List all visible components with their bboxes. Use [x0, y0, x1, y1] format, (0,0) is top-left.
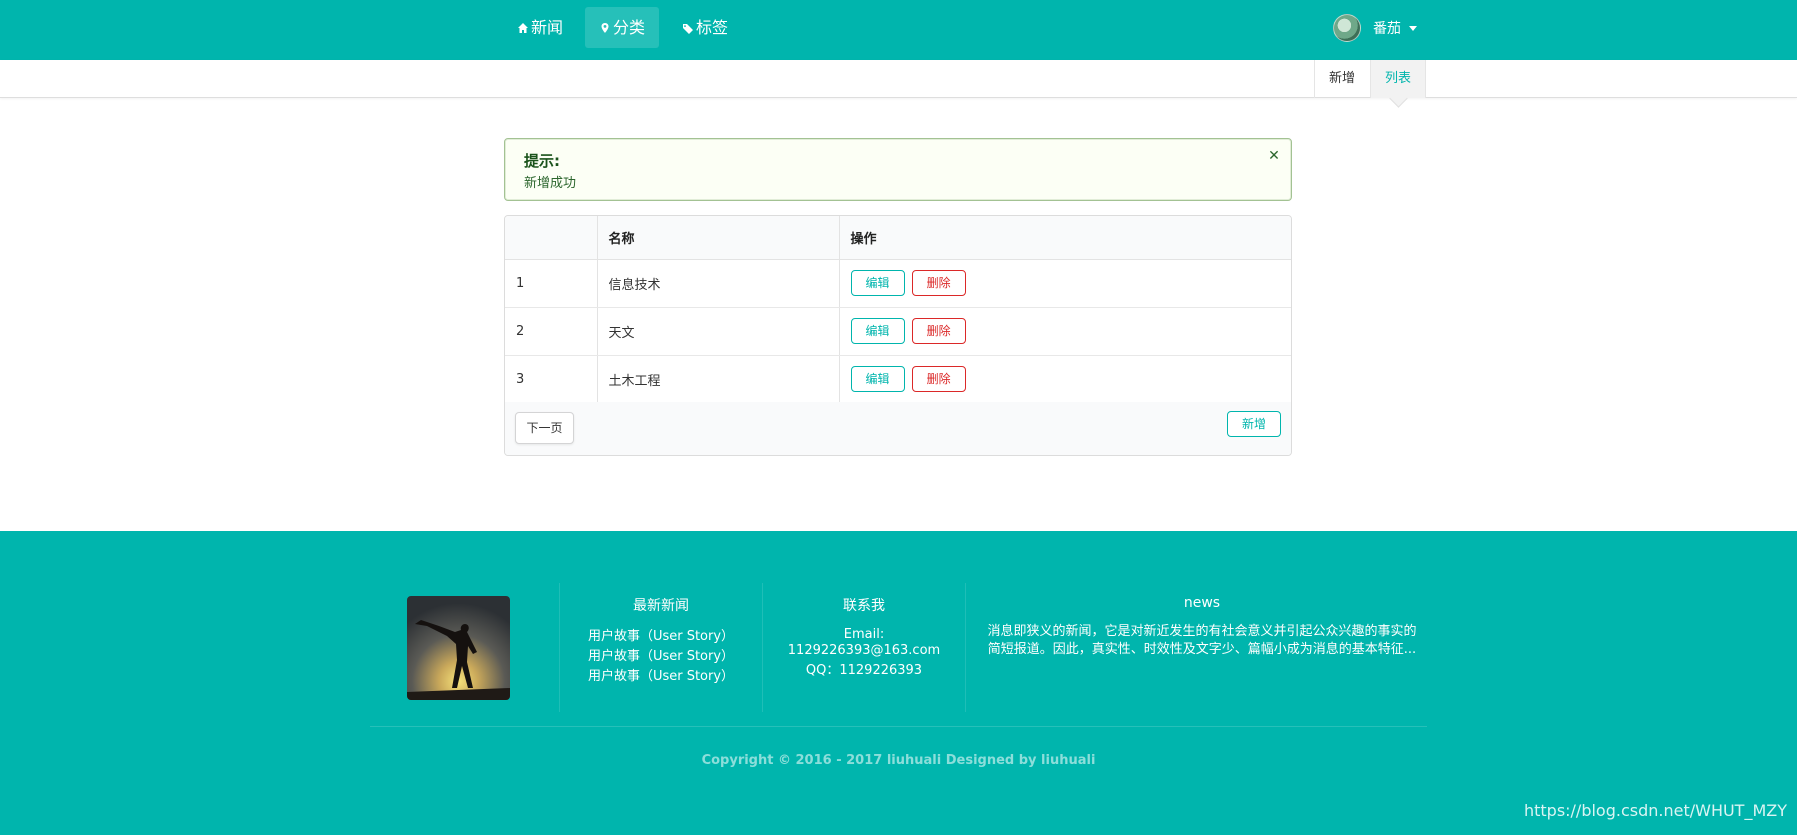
tags-icon: [683, 23, 693, 34]
news-link[interactable]: 用户故事（User Story）: [560, 667, 762, 687]
row-actions: 编辑 删除: [838, 355, 1291, 404]
latest-news-section: 最新新闻 用户故事（User Story） 用户故事（User Story） 用…: [560, 595, 762, 687]
table-header-row: 名称 操作: [505, 216, 1291, 260]
news-text: 消息即狭义的新闻，它是对新近发生的有社会意义并引起公众兴趣的事实的简短报道。因此…: [987, 624, 1417, 657]
table-header-actions: 操作: [838, 216, 1291, 260]
nav-item-tags-label: 标签: [696, 18, 729, 37]
row-id: 3: [505, 355, 597, 404]
watermark-text: https://blog.csdn.net/WHUT_MZY: [1523, 801, 1787, 820]
user-menu[interactable]: 番茄: [1333, 14, 1417, 42]
table-row: 2 天文 编辑 删除: [505, 307, 1291, 356]
contact-title: 联系我: [843, 598, 885, 614]
row-name: 天文: [596, 307, 839, 356]
footer-horizontal-divider: [370, 726, 1427, 727]
add-button[interactable]: 新增: [1227, 411, 1281, 437]
edit-button[interactable]: 编辑: [850, 270, 905, 296]
nav-item-category[interactable]: 分类: [585, 7, 660, 48]
table-row: 1 信息技术 编辑 删除: [505, 259, 1291, 308]
avatar: [1333, 14, 1361, 42]
user-name: 番茄: [1373, 21, 1401, 37]
news-section: news 消息即狭义的新闻，它是对新近发生的有社会意义并引起公众兴趣的事实的简短…: [982, 595, 1422, 659]
chevron-down-icon: [1409, 25, 1417, 31]
success-message: 提示: 新增成功 ✕: [504, 138, 1292, 201]
news-link[interactable]: 用户故事（User Story）: [560, 647, 762, 667]
page-footer: 最新新闻 用户故事（User Story） 用户故事（User Story） 用…: [0, 531, 1797, 835]
table-header-name: 名称: [596, 216, 839, 260]
footer-divider: [965, 583, 966, 712]
delete-button[interactable]: 删除: [911, 270, 966, 296]
home-icon: [518, 22, 528, 33]
nav-item-news[interactable]: 新闻: [503, 7, 577, 48]
copyright-text: Copyright © 2016 - 2017 liuhuali Designe…: [701, 753, 1096, 768]
table-header-index: [505, 216, 597, 260]
email-value: 1129226393@163.com: [787, 643, 941, 658]
submenu-item-list[interactable]: 列表: [1370, 60, 1427, 98]
row-actions: 编辑 删除: [838, 307, 1291, 356]
contact-section: 联系我 Email: 1129226393@163.com QQ：1129226…: [763, 595, 965, 679]
message-body: 新增成功: [524, 176, 577, 191]
submenu-item-add[interactable]: 新增: [1314, 60, 1369, 98]
nav-item-news-label: 新闻: [531, 18, 564, 37]
row-id: 2: [505, 307, 597, 356]
secondary-menu: 新增 列表: [0, 60, 1797, 98]
nav-item-tags[interactable]: 标签: [668, 7, 742, 48]
next-page-button[interactable]: 下一页: [515, 412, 574, 444]
qq-value: QQ：1129226393: [805, 663, 923, 678]
table-footer: 下一页 新增: [505, 402, 1291, 455]
row-id: 1: [505, 259, 597, 308]
edit-button[interactable]: 编辑: [850, 318, 905, 344]
top-navbar: 新闻 分类 标签 番茄: [0, 0, 1797, 60]
latest-news-title: 最新新闻: [633, 598, 689, 614]
delete-button[interactable]: 删除: [911, 366, 966, 392]
row-actions: 编辑 删除: [838, 259, 1291, 308]
email-label: Email:: [843, 627, 885, 642]
news-link[interactable]: 用户故事（User Story）: [560, 627, 762, 647]
edit-button[interactable]: 编辑: [850, 366, 905, 392]
row-name: 信息技术: [596, 259, 839, 308]
table-row: 3 土木工程 编辑 删除: [505, 355, 1291, 404]
row-name: 土木工程: [596, 355, 839, 404]
news-title: news: [1183, 595, 1221, 611]
nav-item-category-label: 分类: [613, 18, 646, 37]
category-table: 名称 操作 1 信息技术 编辑 删除 2 天文 编辑 删除 3 土木工程 编辑 …: [504, 215, 1292, 456]
footer-photo: [407, 596, 510, 700]
message-title: 提示:: [524, 152, 560, 170]
close-icon[interactable]: ✕: [1267, 149, 1281, 163]
delete-button[interactable]: 删除: [911, 318, 966, 344]
map-pin-icon: [601, 22, 609, 33]
